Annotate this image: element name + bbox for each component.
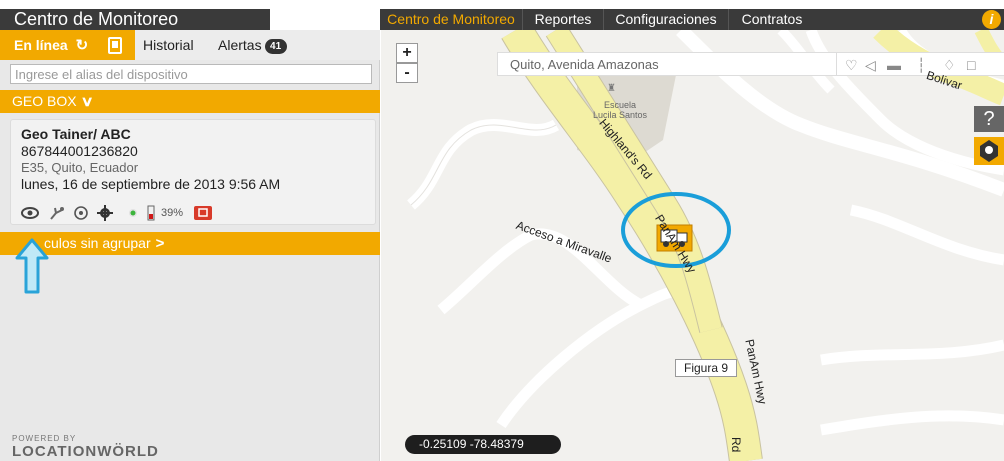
device-name: Geo Tainer/ ABC <box>21 126 131 142</box>
poi-school-line1: Escuela <box>604 100 637 110</box>
device-card[interactable]: Geo Tainer/ ABC 867844001236820 E35, Qui… <box>10 119 376 225</box>
chevron-down-icon: ∨ <box>80 93 94 109</box>
nav-contratos[interactable]: Contratos <box>729 9 815 30</box>
help-button[interactable]: ? <box>974 106 1004 132</box>
nav-configuraciones[interactable]: Configuraciones <box>604 9 728 30</box>
group-header-geo-box[interactable]: GEO BOX ∨ <box>0 90 380 113</box>
app-title: Centro de Monitoreo <box>0 9 270 30</box>
tab-online[interactable]: En línea ↻ <box>0 30 135 60</box>
alerts-count-badge: 41 <box>264 39 287 54</box>
zoom-in-button[interactable]: + <box>396 43 418 63</box>
map-canvas: ♜ <box>406 30 1004 461</box>
battery-icon <box>147 205 155 221</box>
device-actions: 39% <box>21 205 241 221</box>
layers-icon[interactable]: □ <box>967 57 975 73</box>
coordinates-readout: -0.25109 -78.48379 <box>405 435 561 454</box>
main-nav: Centro de Monitoreo Reportes Configuraci… <box>380 9 1004 30</box>
powered-by-logo: POWERED BY LOCATIONWÖRLD <box>12 434 159 460</box>
route-icon[interactable] <box>49 205 65 221</box>
car-icon[interactable]: ▬ <box>887 57 901 73</box>
info-button[interactable]: i <box>978 9 1004 30</box>
device-search-input[interactable] <box>10 64 372 84</box>
device-datetime: lunes, 16 de septiembre de 2013 9:56 AM <box>21 176 281 192</box>
zoom-out-button[interactable]: - <box>396 63 418 83</box>
eye-icon[interactable] <box>21 205 39 221</box>
tab-online-label: En línea <box>14 37 68 53</box>
navigation-icon[interactable]: ◁ <box>865 57 876 74</box>
ruler-icon[interactable]: ┆ <box>917 57 925 74</box>
header-gap <box>270 0 380 30</box>
status-dot-icon <box>129 209 137 217</box>
chevron-right-icon: > <box>155 235 165 252</box>
refresh-icon[interactable]: ↻ <box>76 31 89 61</box>
clock-icon[interactable] <box>73 205 89 221</box>
nav-reportes[interactable]: Reportes <box>523 9 603 30</box>
road-label-rd: Rd <box>729 437 743 453</box>
poi-school-line2: Lucila Santos <box>593 110 648 120</box>
alert-box-icon[interactable] <box>193 205 213 221</box>
tab-alertas[interactable]: Alertas 41 <box>218 30 287 60</box>
map-search-input[interactable] <box>497 52 837 76</box>
powered-by-text: POWERED BY <box>12 434 77 443</box>
group-label: GEO BOX <box>12 93 77 109</box>
map-toolbar: ♡ ◁ ▬ ┆ ♢ □ <box>837 52 1004 76</box>
panel-tabs: En línea ↻ Historial Alertas 41 <box>0 30 380 60</box>
street-view-icon <box>980 140 998 162</box>
street-view-button[interactable] <box>974 137 1004 165</box>
mobile-device-icon[interactable] <box>108 37 122 54</box>
device-imei: 867844001236820 <box>21 143 138 159</box>
top-bar: Centro de Monitoreo Centro de Monitoreo … <box>0 0 1004 30</box>
school-icon: ♜ <box>607 83 616 94</box>
ungrouped-label: culos sin agrupar <box>44 235 151 251</box>
poi-school: Escuela Lucila Santos <box>593 100 647 120</box>
location-pin-icon[interactable]: ♡ <box>845 57 858 74</box>
map-view[interactable]: ♜ + - ♡ ◁ ▬ ┆ ♢ □ ? Escuela Lucila Santo… <box>381 30 1004 461</box>
brand-name: LOCATIONWÖRLD <box>12 443 159 460</box>
device-panel: En línea ↻ Historial Alertas41 GEO BOX∨ … <box>0 30 380 461</box>
device-address: E35, Quito, Ecuador <box>21 160 139 175</box>
waypoints-icon[interactable]: ♢ <box>943 57 956 74</box>
tab-alertas-label: Alertas <box>218 37 262 53</box>
gear-icon[interactable] <box>97 205 113 221</box>
figure-label: Figura 9 <box>675 359 737 377</box>
nav-centro-monitoreo[interactable]: Centro de Monitoreo <box>380 9 522 30</box>
tab-historial[interactable]: Historial <box>143 30 194 60</box>
info-icon: i <box>982 10 1001 29</box>
group-header-ungrouped[interactable]: culos sin agrupar > <box>0 232 380 255</box>
battery-level: 39% <box>161 207 184 219</box>
annotation-arrow-up-icon <box>15 238 49 294</box>
